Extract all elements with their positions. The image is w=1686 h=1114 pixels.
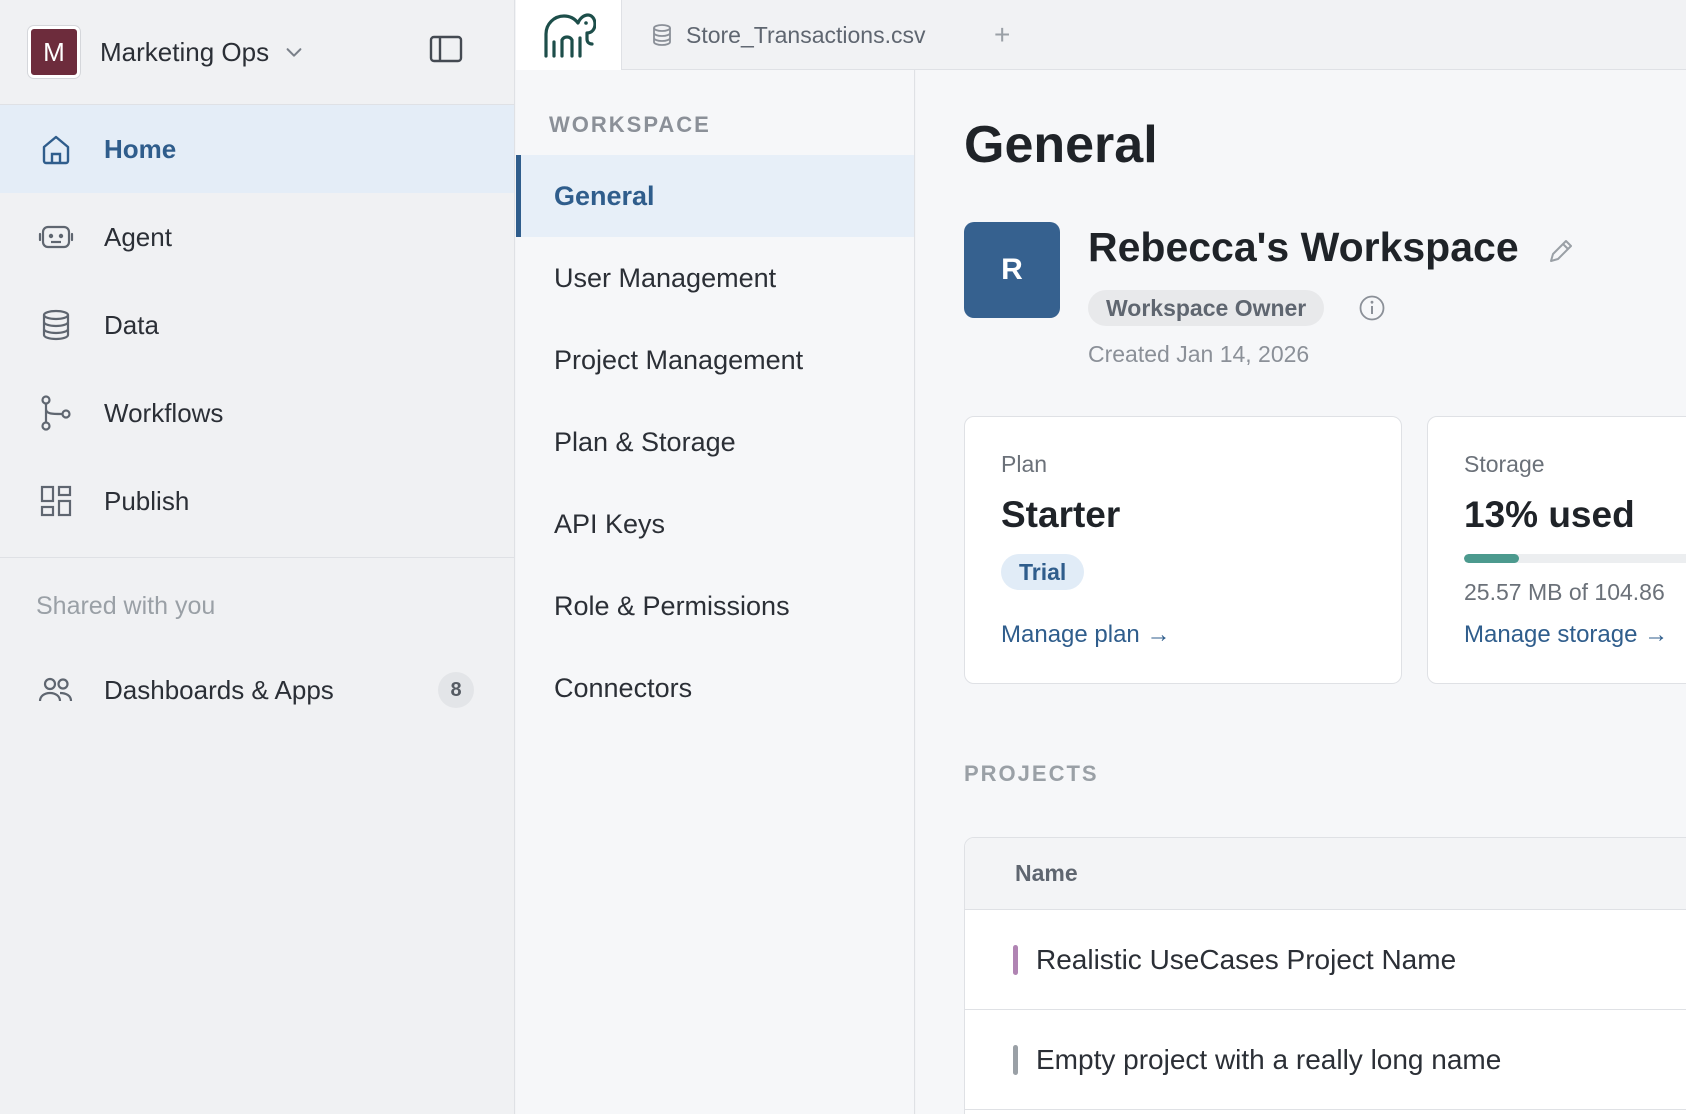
table-row[interactable]: Empty project with a really long name bbox=[965, 1010, 1686, 1110]
projects-section-title: PROJECTS bbox=[964, 761, 1099, 786]
tab-store-transactions[interactable]: Store_Transactions.csv bbox=[652, 0, 925, 70]
left-sidebar: M Marketing Ops Home Agent Data Workflow… bbox=[0, 0, 515, 1114]
project-color-indicator bbox=[1013, 944, 1018, 975]
add-tab-button[interactable]: + bbox=[994, 21, 1010, 49]
settings-nav: WORKSPACE General User Management Projec… bbox=[516, 70, 915, 1114]
project-name: Realistic UseCases Project Name bbox=[1036, 943, 1457, 975]
storage-progress-fill bbox=[1464, 554, 1519, 563]
workspace-switcher[interactable]: M Marketing Ops bbox=[0, 0, 514, 105]
nav-label: Data bbox=[104, 309, 159, 340]
storage-value: 13% used bbox=[1464, 494, 1635, 535]
robot-icon bbox=[38, 219, 74, 255]
manage-storage-link[interactable]: Manage storage → bbox=[1464, 621, 1668, 649]
project-name: Empty project with a really long name bbox=[1036, 1043, 1502, 1075]
settings-item-api-keys[interactable]: API Keys bbox=[516, 483, 914, 565]
plan-label: Plan bbox=[1001, 451, 1048, 477]
nav-item-home[interactable]: Home bbox=[0, 105, 514, 193]
project-color-indicator bbox=[1013, 1044, 1018, 1075]
nav-label: Dashboards & Apps bbox=[104, 674, 334, 705]
trial-badge: Trial bbox=[1001, 554, 1085, 590]
storage-progress-bar bbox=[1464, 554, 1686, 563]
nav-item-workflows[interactable]: Workflows bbox=[0, 369, 514, 457]
settings-main: General R Rebecca's Workspace Workspace … bbox=[916, 70, 1686, 1114]
nav-label: Home bbox=[104, 133, 177, 164]
pencil-icon[interactable] bbox=[1544, 234, 1578, 268]
workspace-avatar-large: R bbox=[964, 222, 1060, 318]
manage-plan-link[interactable]: Manage plan → bbox=[1001, 621, 1170, 649]
projects-table: Name Realistic UseCases Project Name Emp… bbox=[964, 837, 1686, 1114]
main-nav: Home Agent Data Workflows Publish bbox=[0, 105, 514, 545]
home-logo-tab[interactable] bbox=[516, 0, 622, 70]
database-icon bbox=[38, 307, 74, 343]
settings-item-connectors[interactable]: Connectors bbox=[516, 647, 914, 729]
workspace-name: Marketing Ops bbox=[100, 36, 270, 67]
chevron-down-icon[interactable] bbox=[283, 41, 305, 63]
nav-label: Workflows bbox=[104, 397, 224, 428]
settings-item-roles-permissions[interactable]: Role & Permissions bbox=[516, 565, 914, 647]
nav-item-agent[interactable]: Agent bbox=[0, 193, 514, 281]
tab-bar: Store_Transactions.csv + bbox=[516, 0, 1686, 70]
storage-label: Storage bbox=[1464, 451, 1545, 477]
settings-item-project-management[interactable]: Project Management bbox=[516, 319, 914, 401]
count-badge: 8 bbox=[438, 672, 474, 708]
home-icon bbox=[38, 131, 74, 167]
workspace-avatar: M bbox=[28, 26, 80, 78]
settings-item-general[interactable]: General bbox=[516, 155, 914, 237]
page-title: General bbox=[964, 116, 1158, 174]
nav-item-data[interactable]: Data bbox=[0, 281, 514, 369]
storage-detail: 25.57 MB of 104.86 bbox=[1464, 579, 1665, 605]
nav-item-dashboards-apps[interactable]: Dashboards & Apps 8 bbox=[0, 646, 514, 734]
elephant-logo-icon bbox=[543, 13, 596, 58]
storage-card: Storage 13% used 25.57 MB of 104.86 Mana… bbox=[1427, 416, 1686, 684]
role-badge: Workspace Owner bbox=[1088, 290, 1325, 326]
table-row[interactable]: Realistic UseCases Project Name bbox=[965, 910, 1686, 1010]
workspace-title: Rebecca's Workspace bbox=[1088, 224, 1519, 270]
plan-value: Starter bbox=[1001, 494, 1121, 535]
tab-label: Store_Transactions.csv bbox=[686, 21, 926, 48]
nav-item-publish[interactable]: Publish bbox=[0, 457, 514, 545]
created-date: Created Jan 14, 2026 bbox=[1088, 341, 1310, 367]
database-icon bbox=[653, 24, 671, 46]
workflow-icon bbox=[38, 395, 74, 431]
dashboard-grid-icon bbox=[38, 483, 74, 519]
column-header-name[interactable]: Name bbox=[965, 838, 1686, 910]
shared-section-title: Shared with you bbox=[36, 592, 216, 620]
users-icon bbox=[38, 672, 74, 708]
info-icon[interactable] bbox=[1357, 293, 1387, 323]
nav-label: Publish bbox=[104, 485, 190, 516]
sidebar-toggle-icon[interactable] bbox=[428, 33, 464, 65]
settings-nav-title: WORKSPACE bbox=[549, 112, 711, 137]
plan-card: Plan Starter Trial Manage plan → bbox=[964, 416, 1402, 684]
nav-label: Agent bbox=[104, 221, 172, 252]
settings-item-user-management[interactable]: User Management bbox=[516, 237, 914, 319]
settings-item-plan-storage[interactable]: Plan & Storage bbox=[516, 401, 914, 483]
